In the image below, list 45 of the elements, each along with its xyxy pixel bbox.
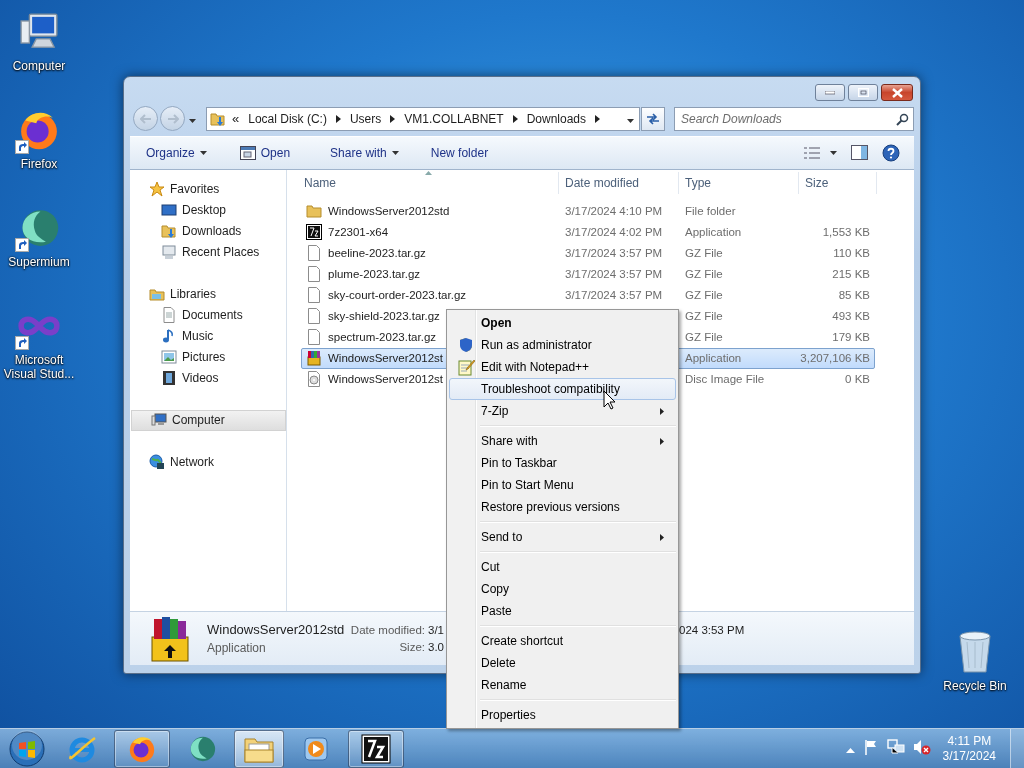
details-file-name: WindowsServer2012std — [207, 622, 343, 638]
date-modified: 3/17/2024 3:57 PM — [565, 247, 663, 260]
date-modified: 3/17/2024 3:57 PM — [565, 289, 663, 302]
file-name: 7z2301-x64 — [328, 226, 389, 239]
clock-time: 4:11 PM — [947, 733, 992, 749]
file-name: WindowsServer2012std — [328, 205, 450, 218]
file-size: 215 KB — [832, 268, 870, 281]
file-name: spectrum-2023.tar.gz — [328, 331, 437, 344]
file-type: Application — [685, 352, 742, 365]
detail-value: 024 3:53 PM — [679, 624, 745, 637]
file-size: 110 KB — [833, 247, 870, 260]
desktop-icon-label: Microsoft Visual Stud... — [2, 353, 76, 381]
file-size: 3,207,106 KB — [800, 352, 870, 365]
detail-label: Size: — [398, 641, 425, 654]
date-modified: 3/17/2024 4:10 PM — [565, 205, 663, 218]
file-type: Disc Image File — [685, 373, 765, 386]
file-size: 85 KB — [838, 289, 870, 302]
details-file-type: Application — [207, 641, 267, 656]
file-name: WindowsServer2012st — [328, 352, 444, 365]
file-name: plume-2023.tar.gz — [328, 268, 421, 281]
file-type: GZ File — [685, 289, 723, 302]
file-size: 493 KB — [832, 310, 870, 323]
file-name: WindowsServer2012st — [328, 373, 444, 386]
desktop-icon-label: Firefox — [19, 157, 59, 171]
file-size: 0 KB — [845, 373, 870, 386]
file-type: GZ File — [685, 247, 723, 260]
desktop-icon-label: Supermium — [7, 255, 71, 269]
detail-label: Date modified: — [349, 624, 425, 637]
file-type: Application — [685, 226, 742, 239]
date-modified: 3/17/2024 3:57 PM — [565, 268, 663, 281]
file-name: beeline-2023.tar.gz — [328, 247, 426, 260]
file-type: GZ File — [685, 331, 723, 344]
file-type: GZ File — [685, 310, 723, 323]
file-name: sky-court-order-2023.tar.gz — [328, 289, 467, 302]
file-size: 179 KB — [832, 331, 870, 344]
file-size: 1,553 KB — [822, 226, 870, 239]
detail-value: 3/1 — [428, 624, 444, 637]
date-modified: 3/17/2024 4:02 PM — [565, 226, 663, 239]
file-type: File folder — [685, 205, 736, 218]
file-type: GZ File — [685, 268, 723, 281]
detail-value: 3.0 — [428, 641, 444, 654]
desktop-icon-label: Recycle Bin — [942, 679, 1008, 693]
file-name: sky-shield-2023.tar.gz — [328, 310, 440, 323]
clock-date: 3/17/2024 — [942, 748, 996, 764]
desktop-icon-label: Computer — [11, 59, 67, 73]
